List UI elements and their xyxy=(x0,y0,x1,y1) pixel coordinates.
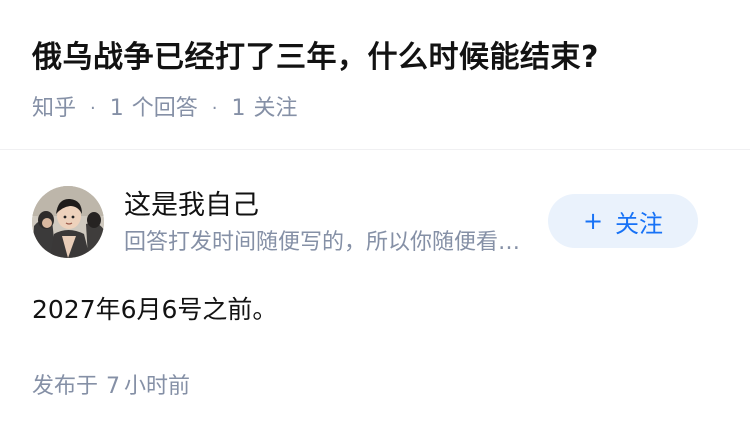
follow-button-label: 关注 xyxy=(615,209,664,238)
author-bio: 回答打发时间随便写的，所以你随便看看就好 xyxy=(124,230,534,255)
answer-publish-time: 发布于 7 小时前 xyxy=(32,370,190,404)
answer-count-label[interactable]: 个回答 xyxy=(132,92,198,126)
question-title[interactable]: 俄乌战争已经打了三年，什么时候能结束? xyxy=(32,36,599,80)
follow-count-label[interactable]: 关注 xyxy=(254,92,298,126)
question-meta: 知乎 · 1 个回答 · 1 关注 xyxy=(32,92,298,126)
meta-separator: · xyxy=(90,98,96,119)
answer-author-row: 这是我自己 回答打发时间随便写的，所以你随便看看就好 + 关注 xyxy=(0,182,750,262)
source-label[interactable]: 知乎 xyxy=(32,92,76,126)
meta-separator-2: · xyxy=(211,98,218,119)
author-avatar[interactable] xyxy=(32,186,104,258)
answer-content[interactable]: 2027年6月6号之前。 xyxy=(32,290,277,330)
publish-value: 7 xyxy=(106,374,121,399)
question-header: 俄乌战争已经打了三年，什么时候能结束? 知乎 · 1 个回答 · 1 关注 xyxy=(0,0,750,150)
answer-count: 1 xyxy=(109,96,124,121)
author-name[interactable]: 这是我自己 xyxy=(124,186,259,226)
follow-button[interactable]: + 关注 xyxy=(548,194,698,248)
plus-icon: + xyxy=(582,207,604,235)
avatar-illustration-icon xyxy=(32,186,104,258)
follow-count: 1 xyxy=(231,96,246,121)
publish-unit: 小时前 xyxy=(124,374,191,399)
publish-prefix: 发布于 xyxy=(32,374,99,399)
